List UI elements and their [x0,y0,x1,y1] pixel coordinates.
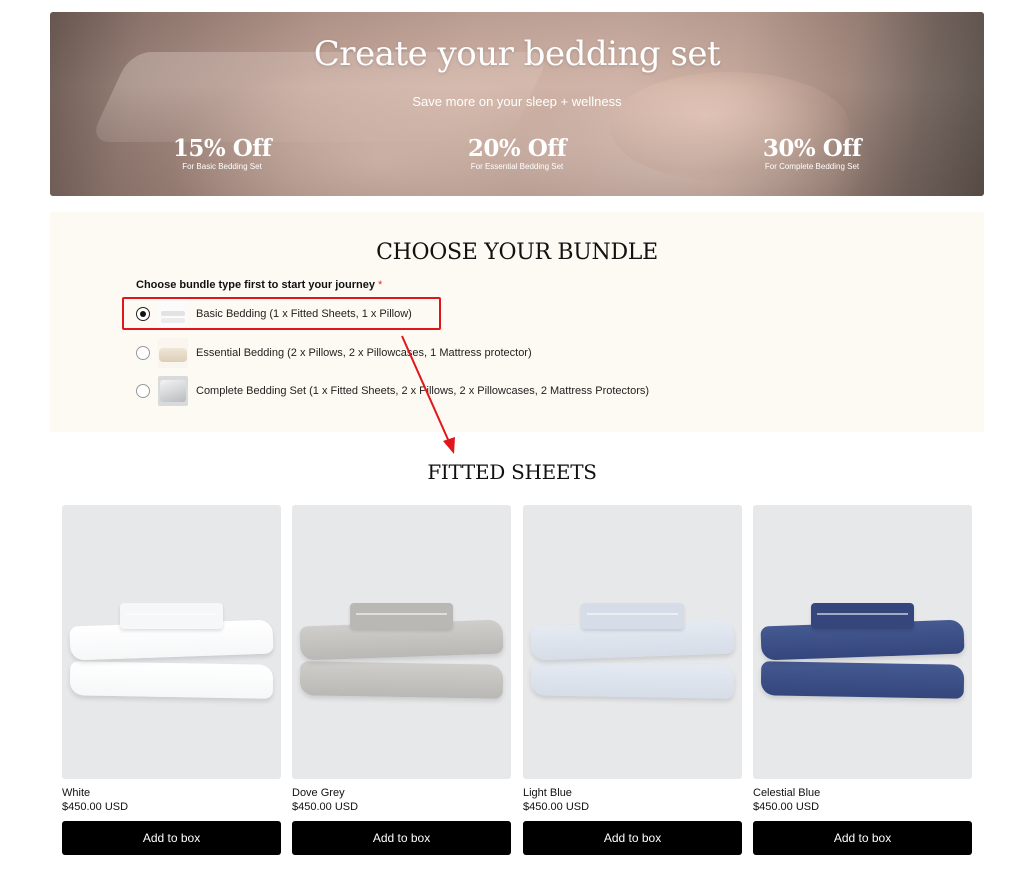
add-to-box-button[interactable]: Add to box [62,821,281,855]
product-price: $450.00 USD [753,801,820,813]
fitted-sheets-heading: FITTED SHEETS [427,460,597,484]
add-to-box-button[interactable]: Add to box [523,821,742,855]
product-image[interactable] [62,505,281,779]
product-price: $450.00 USD [62,801,129,813]
hero-title: Create your bedding set [313,34,721,74]
offer-essential: 20% Off For Essential Bedding Set [417,136,617,172]
folded-sheet-illustration [581,603,684,629]
offer-value: 15% Off [172,135,272,162]
offer-basic: 15% Off For Basic Bedding Set [122,136,322,172]
bundle-heading: CHOOSE YOUR BUNDLE [376,240,658,265]
hero-subtitle: Save more on your sleep + wellness [412,94,622,109]
product-card: Light Blue $450.00 USD Add to box [523,505,742,855]
pillow-illustration [530,661,735,699]
folded-sheet-illustration [120,603,223,629]
pillow-illustration [69,661,274,699]
highlight-box [122,297,441,330]
product-name[interactable]: Light Blue [523,787,742,800]
product-price: $450.00 USD [292,801,359,813]
pillow-illustration [299,661,504,699]
bundle-option-label: Complete Bedding Set (1 x Fitted Sheets,… [196,385,650,397]
hero-banner: Create your bedding set Save more on you… [50,12,984,196]
folded-sheet-illustration [811,603,914,629]
bundle-option-essential[interactable]: Essential Bedding (2 x Pillows, 2 x Pill… [136,338,532,368]
product-name[interactable]: White [62,787,281,800]
offer-value: 20% Off [467,135,567,162]
add-to-box-button[interactable]: Add to box [753,821,972,855]
bundle-prompt: Choose bundle type first to start your j… [136,279,382,291]
required-mark: * [377,279,383,291]
bundle-option-label: Essential Bedding (2 x Pillows, 2 x Pill… [196,347,532,359]
product-name[interactable]: Dove Grey [292,787,511,800]
offer-label: For Essential Bedding Set [470,162,564,171]
offer-label: For Basic Bedding Set [182,162,262,171]
product-image[interactable] [523,505,742,779]
bundle-prompt-text: Choose bundle type first to start your j… [136,279,375,291]
product-card: Celestial Blue $450.00 USD Add to box [753,505,972,855]
pillow-illustration [760,661,965,699]
radio-essential[interactable] [136,346,150,360]
bundle-thumbnail-essential [158,338,188,368]
radio-complete[interactable] [136,384,150,398]
product-price: $450.00 USD [523,801,590,813]
folded-sheet-illustration [350,603,453,629]
offer-label: For Complete Bedding Set [764,162,860,171]
product-card: White $450.00 USD Add to box [62,505,281,855]
bundle-thumbnail-complete [158,376,188,406]
product-name[interactable]: Celestial Blue [753,787,972,800]
product-image[interactable] [753,505,972,779]
offer-complete: 30% Off For Complete Bedding Set [712,136,912,172]
bundle-option-complete[interactable]: Complete Bedding Set (1 x Fitted Sheets,… [136,376,649,406]
product-image[interactable] [292,505,511,779]
offer-value: 30% Off [762,135,862,162]
add-to-box-button[interactable]: Add to box [292,821,511,855]
product-card: Dove Grey $450.00 USD Add to box [292,505,511,855]
